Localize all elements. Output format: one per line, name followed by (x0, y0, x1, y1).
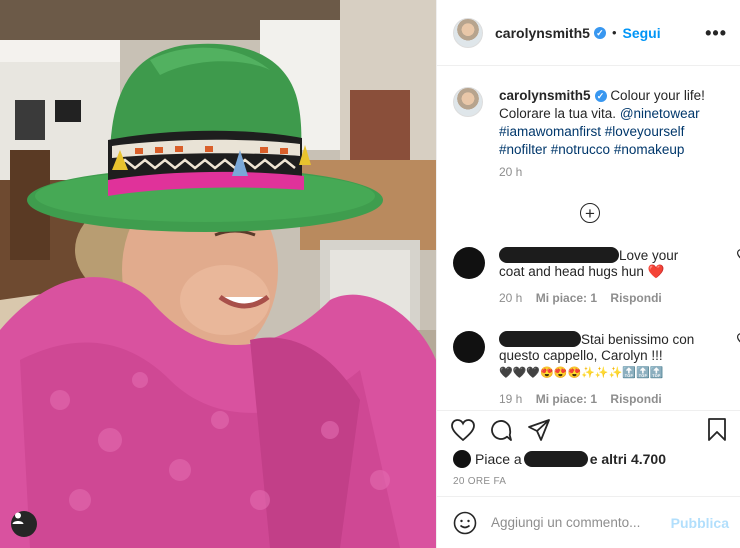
reply-button[interactable]: Rispondi (610, 291, 661, 305)
commenter-avatar[interactable] (453, 331, 485, 363)
mention-link[interactable]: @ninetowear (620, 106, 700, 121)
comment-meta: 20 h Mi piace: 1 Rispondi (499, 290, 711, 306)
verified-badge-icon: ✓ (593, 26, 606, 39)
comment-line: questo cappello, Carolyn !!! (499, 348, 663, 363)
comment-line: 🖤🖤🖤😍😍😍✨✨✨🔝🔝🔝 (499, 367, 664, 379)
redacted-username (499, 247, 619, 263)
likes-count[interactable]: e altri 4.700 (590, 451, 666, 467)
comment-line: coat and head hugs hun ❤️ (499, 264, 665, 279)
emoji-icon[interactable] (453, 511, 477, 535)
publish-button[interactable]: Pubblica (671, 515, 729, 531)
comment-meta: 19 h Mi piace: 1 Rispondi (499, 391, 711, 407)
caption-timestamp: 20 h (499, 165, 523, 179)
caption-line: Colour your life! (610, 88, 705, 103)
post-header: carolynsmith5 ✓ • Segui ••• (437, 0, 740, 66)
post-date: 20 ORE FA (453, 476, 507, 487)
comment-likes[interactable]: Mi piace: 1 (536, 392, 597, 406)
header-username[interactable]: carolynsmith5 (495, 25, 590, 41)
comment-line: Love your (619, 248, 679, 263)
redacted-username (499, 331, 581, 347)
likes-summary[interactable]: Piace a e altri 4.700 (453, 450, 666, 468)
comment-body: Stai benissimo con questo cappello, Caro… (499, 331, 740, 407)
action-bar (437, 410, 740, 448)
hashtag-link[interactable]: #nofilter #notrucco #nomakeup (499, 142, 684, 157)
caption-avatar[interactable] (453, 87, 483, 117)
post-photo[interactable] (0, 0, 436, 548)
liker-avatar (453, 450, 471, 468)
post-sidebar: carolynsmith5 ✓ • Segui ••• carolynsmith… (436, 0, 740, 548)
list-item: Stai benissimo con questo cappello, Caro… (453, 331, 740, 407)
share-icon[interactable] (527, 418, 551, 442)
post-caption: carolynsmith5 ✓ Colour your life! Colorar… (453, 87, 729, 159)
comment-icon[interactable] (489, 418, 513, 442)
commenter-avatar[interactable] (453, 247, 485, 279)
likes-prefix: Piace a (475, 451, 522, 467)
user-tag-icon[interactable] (11, 511, 37, 537)
caption-text: carolynsmith5 ✓ Colour your life! Colorar… (499, 87, 705, 159)
more-options-icon[interactable]: ••• (705, 24, 727, 42)
comment-time: 20 h (499, 291, 523, 305)
comment-input[interactable] (491, 515, 671, 530)
avatar[interactable] (453, 17, 483, 48)
separator-dot: • (611, 25, 617, 40)
hashtag-link[interactable]: #iamawomanfirst #loveyourself (499, 124, 684, 139)
follow-button[interactable]: Segui (623, 25, 661, 41)
selfie-image (0, 0, 436, 548)
comment-likes[interactable]: Mi piace: 1 (536, 291, 597, 305)
add-comment-bar: Pubblica (437, 496, 740, 548)
caption-username[interactable]: carolynsmith5 (499, 88, 591, 103)
reply-button[interactable]: Rispondi (610, 392, 661, 406)
redacted-username (523, 451, 588, 467)
plus-circle-icon[interactable]: + (580, 203, 600, 223)
verified-badge-icon: ✓ (594, 90, 607, 102)
comments-section[interactable]: carolynsmith5 ✓ Colour your life! Colorar… (437, 67, 740, 409)
list-item: Love your coat and head hugs hun ❤️ 20 h… (453, 247, 740, 306)
bookmark-icon[interactable] (707, 417, 727, 442)
comment-body: Love your coat and head hugs hun ❤️ 20 h… (499, 247, 740, 306)
caption-line: Colorare la tua vita. (499, 106, 617, 121)
comment-time: 19 h (499, 392, 523, 406)
comment-line: Stai benissimo con (581, 332, 695, 347)
heart-icon[interactable] (451, 418, 475, 441)
